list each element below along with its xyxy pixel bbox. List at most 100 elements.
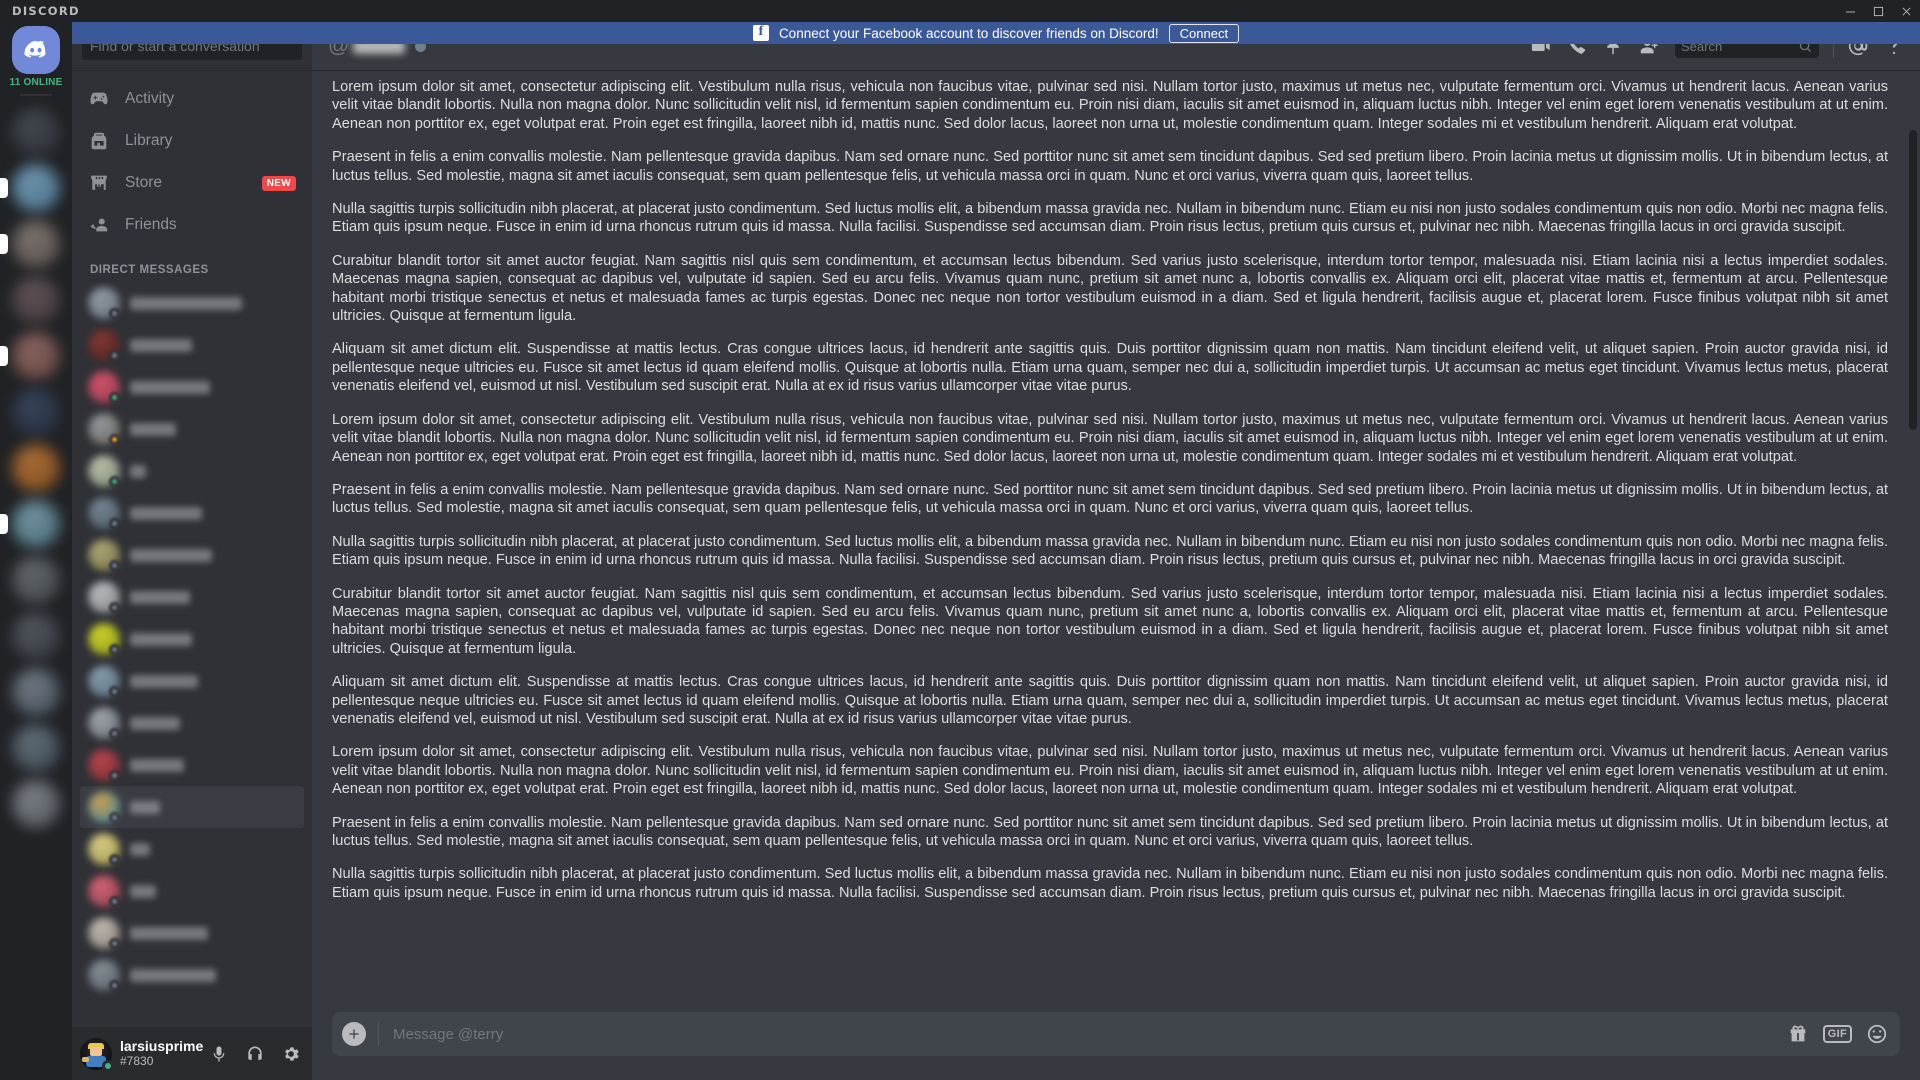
- discord-wordmark: DISCORD: [12, 4, 80, 18]
- input-divider: [378, 1022, 379, 1046]
- server-icon[interactable]: [0, 664, 72, 720]
- list-item[interactable]: [80, 366, 304, 408]
- list-item[interactable]: [80, 492, 304, 534]
- dm-username-redacted: [130, 800, 160, 814]
- dm-username-redacted: [130, 884, 156, 898]
- gear-icon[interactable]: [275, 1038, 307, 1070]
- status-badge: [109, 560, 120, 571]
- status-badge: [109, 770, 120, 781]
- dm-username-redacted: [130, 968, 216, 982]
- status-badge: [109, 728, 120, 739]
- server-icon[interactable]: [0, 552, 72, 608]
- direct-messages-header: DIRECT MESSAGES: [90, 264, 209, 276]
- chat-main: @ Search Lorem ipsum dolor sit amet, con…: [312, 22, 1920, 1080]
- server-icon[interactable]: [0, 608, 72, 664]
- rail-divider: [20, 94, 52, 96]
- server-icon[interactable]: [0, 496, 72, 552]
- close-icon[interactable]: [1892, 0, 1920, 22]
- list-item[interactable]: [80, 870, 304, 912]
- server-icon[interactable]: [0, 384, 72, 440]
- avatar[interactable]: [80, 1037, 114, 1072]
- status-badge: [109, 854, 120, 865]
- user-meta: larsiusprime #7830: [120, 1038, 203, 1068]
- server-icon[interactable]: [0, 440, 72, 496]
- title-bar: DISCORD: [0, 0, 1920, 22]
- list-item[interactable]: [80, 702, 304, 744]
- status-badge: [109, 350, 120, 361]
- sidebar-item-label: Friends: [125, 216, 177, 233]
- connect-button[interactable]: Connect: [1168, 23, 1240, 43]
- dm-username-redacted: [130, 632, 192, 646]
- list-item[interactable]: [80, 786, 304, 828]
- message-text: Aliquam sit amet dictum elit. Suspendiss…: [332, 674, 1888, 727]
- add-attachment-button[interactable]: [342, 1022, 366, 1046]
- sidebar-item-store[interactable]: Store NEW: [80, 162, 304, 204]
- list-item[interactable]: [80, 660, 304, 702]
- maximize-icon[interactable]: [1864, 0, 1892, 22]
- user-panel: larsiusprime #7830: [72, 1027, 312, 1080]
- dm-username-redacted: [130, 506, 202, 520]
- emoji-icon[interactable]: [1866, 1023, 1888, 1045]
- store-new-badge: NEW: [261, 175, 296, 191]
- server-avatar: [12, 164, 60, 212]
- microphone-icon[interactable]: [203, 1038, 235, 1070]
- server-avatar: [12, 556, 60, 604]
- message-text: Lorem ipsum dolor sit amet, consectetur …: [332, 744, 1888, 798]
- list-item[interactable]: [80, 576, 304, 618]
- message-input-box[interactable]: Message @terry GIF: [332, 1012, 1900, 1056]
- input-actions: GIF: [1787, 1023, 1888, 1045]
- list-item[interactable]: [80, 828, 304, 870]
- sidebar-item-label: Library: [125, 132, 173, 149]
- sidebar-item-library[interactable]: Library: [80, 120, 304, 162]
- dm-username-redacted: [130, 716, 180, 730]
- minimize-icon[interactable]: [1836, 0, 1864, 22]
- list-item[interactable]: [80, 744, 304, 786]
- list-item[interactable]: [80, 534, 304, 576]
- dm-username-redacted: [130, 758, 184, 772]
- server-avatar: [12, 108, 60, 156]
- status-badge: [109, 518, 120, 529]
- unread-indicator: [0, 178, 8, 198]
- unread-indicator: [0, 514, 8, 534]
- home-button[interactable]: [12, 26, 60, 74]
- status-badge: [109, 812, 120, 823]
- list-item[interactable]: [80, 912, 304, 954]
- server-icon[interactable]: [0, 720, 72, 776]
- server-avatar: [12, 724, 60, 772]
- unread-indicator: [0, 234, 8, 254]
- list-item[interactable]: [80, 618, 304, 660]
- message-text: Nulla sagittis turpis sollicitudin nibh …: [332, 201, 1888, 236]
- server-list: [0, 104, 72, 832]
- status-badge: [102, 1059, 114, 1072]
- server-icon[interactable]: [0, 328, 72, 384]
- list-item[interactable]: [80, 450, 304, 492]
- friends-icon: [88, 214, 120, 236]
- channel-sidebar: Find or start a conversation Activity Li…: [72, 22, 312, 1080]
- sidebar-item-friends[interactable]: Friends: [80, 204, 304, 246]
- message-text: Lorem ipsum dolor sit amet, consectetur …: [332, 79, 1888, 132]
- message-text: Aliquam sit amet dictum elit. Suspendiss…: [332, 341, 1888, 395]
- headphones-icon[interactable]: [239, 1038, 271, 1070]
- message-list: Lorem ipsum dolor sit amet, consectetur …: [312, 70, 1920, 1012]
- dm-username-redacted: [130, 674, 198, 688]
- server-icon[interactable]: [0, 160, 72, 216]
- status-badge: [109, 476, 120, 487]
- message-scrollbar[interactable]: [1909, 130, 1917, 430]
- message-input-placeholder: Message @terry: [393, 1025, 504, 1043]
- sidebar-item-activity[interactable]: Activity: [80, 78, 304, 120]
- list-item[interactable]: [80, 954, 304, 996]
- server-icon[interactable]: [0, 272, 72, 328]
- server-avatar: [12, 780, 60, 828]
- list-item[interactable]: [80, 408, 304, 450]
- status-badge: [109, 686, 120, 697]
- gif-icon[interactable]: GIF: [1822, 1025, 1852, 1043]
- server-icon[interactable]: [0, 216, 72, 272]
- gift-icon[interactable]: [1787, 1023, 1809, 1045]
- list-item[interactable]: [80, 282, 304, 324]
- server-icon[interactable]: [0, 776, 72, 832]
- list-item[interactable]: [80, 324, 304, 366]
- status-badge: [109, 308, 120, 319]
- message-text: Praesent in felis a enim convallis moles…: [332, 149, 1888, 184]
- server-icon[interactable]: [0, 104, 72, 160]
- dm-username-redacted: [130, 338, 192, 352]
